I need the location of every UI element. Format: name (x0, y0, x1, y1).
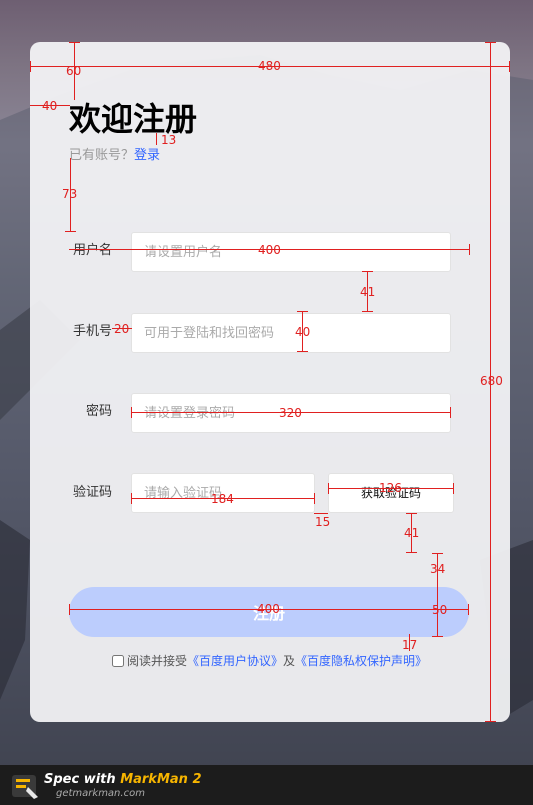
brand-prefix: Spec with (44, 772, 121, 787)
brand-name: MarkMan 2 (120, 772, 202, 787)
measure-line (30, 61, 31, 72)
measure-label: 15 (315, 515, 331, 529)
measure-line (65, 231, 76, 232)
measure-line (131, 407, 132, 418)
measure-line (406, 513, 417, 514)
measure-label: 400 (258, 243, 281, 257)
markman-url: getmarkman.com (56, 788, 145, 799)
measure-label: 680 (480, 374, 503, 388)
markman-footer: Spec with MarkMan 2 getmarkman.com (0, 765, 533, 805)
measure-line (362, 271, 373, 272)
measure-line (406, 552, 417, 553)
measure-line (297, 351, 308, 352)
measure-label: 320 (279, 406, 302, 420)
measure-label: 73 (62, 187, 78, 201)
measure-line (328, 483, 329, 494)
measure-label: 34 (430, 562, 446, 576)
measure-line (485, 721, 496, 722)
measure-label: 400 (257, 602, 280, 616)
measure-label: 480 (258, 59, 281, 73)
measure-line (69, 604, 70, 615)
measure-label: 13 (161, 133, 177, 147)
measure-line (314, 513, 328, 514)
measure-label: 50 (432, 603, 448, 617)
measure-line (156, 133, 157, 145)
measure-label: 40 (42, 99, 58, 113)
measure-line (485, 42, 496, 43)
measure-line (509, 61, 510, 72)
measure-line (450, 407, 451, 418)
measure-line (468, 604, 469, 615)
measure-label: 40 (295, 325, 311, 339)
measure-line (362, 311, 373, 312)
measure-line (297, 311, 308, 312)
measure-line (432, 636, 443, 637)
measure-line (314, 493, 315, 504)
measure-label: 20 (114, 322, 130, 336)
measure-line (131, 493, 132, 504)
measure-label: 17 (402, 638, 418, 652)
measure-line (469, 244, 470, 255)
measure-label: 41 (404, 526, 420, 540)
measure-overlay: 60 480 40 13 73 400 41 20 40 320 126 184… (0, 0, 533, 765)
markman-logo-icon (12, 775, 38, 799)
measure-label: 184 (211, 492, 234, 506)
measure-line (69, 42, 80, 43)
measure-label: 126 (379, 481, 402, 495)
measure-line (453, 483, 454, 494)
measure-label: 41 (360, 285, 376, 299)
measure-line (432, 553, 443, 554)
markman-brand: Spec with MarkMan 2 (44, 772, 202, 787)
